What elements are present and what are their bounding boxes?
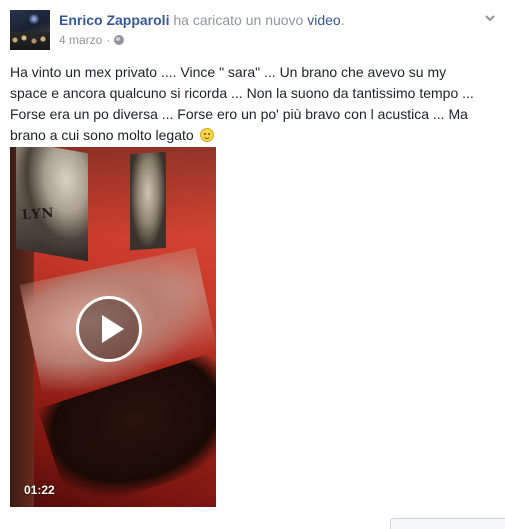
video-duration: 01:22 <box>24 483 55 497</box>
post-text-line: space e ancora qualcuno si ricorda ... N… <box>10 85 474 101</box>
author-avatar[interactable] <box>10 10 50 50</box>
post-text-line: brano a cui sono molto legato <box>10 127 194 143</box>
post-text-line: Ha vinto un mex privato .... Vince " sar… <box>10 64 447 80</box>
post-text: Ha vinto un mex privato .... Vince " sar… <box>10 62 496 146</box>
post-date-link[interactable]: 4 marzo <box>59 33 102 47</box>
crowd-silhouette <box>10 32 50 50</box>
chat-box-edge[interactable] <box>390 518 505 529</box>
globe-icon[interactable] <box>114 35 125 45</box>
post-header: Enrico Zapparoli ha caricato un nuovo vi… <box>59 12 345 28</box>
action-text: ha caricato un nuovo <box>173 12 304 28</box>
post-text-line-last: brano a cui sono molto legato <box>10 125 496 146</box>
author-name-link[interactable]: Enrico Zapparoli <box>59 12 169 28</box>
stage-light <box>28 14 40 24</box>
post-meta: 4 marzo · <box>59 33 125 47</box>
post-text-line: Forse era un po diversa ... Forse ero un… <box>10 106 468 122</box>
video-player[interactable]: LYN 01:22 <box>10 147 216 507</box>
meta-separator: · <box>106 33 111 47</box>
action-suffix: . <box>340 12 345 28</box>
video-poster-frame <box>16 147 88 262</box>
feed-post: Enrico Zapparoli ha caricato un nuovo vi… <box>0 0 505 529</box>
smiley-icon <box>199 128 214 142</box>
chevron-down-icon[interactable] <box>484 12 496 24</box>
poster-text: LYN <box>21 205 55 224</box>
play-icon[interactable] <box>76 296 142 362</box>
video-link[interactable]: video <box>307 12 340 28</box>
video-poster-frame-2 <box>130 151 166 251</box>
